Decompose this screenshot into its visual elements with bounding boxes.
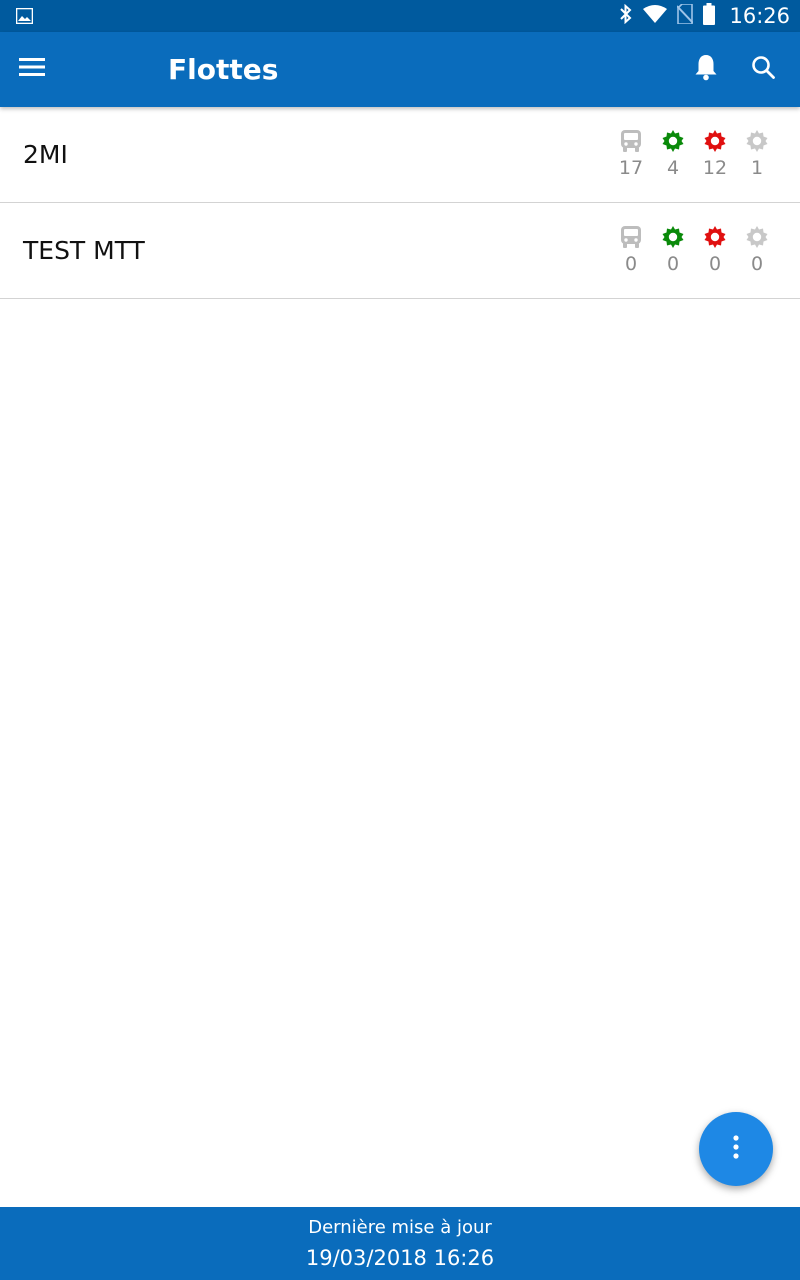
stat-alert: 0 (694, 223, 736, 275)
image-icon (15, 7, 34, 29)
fleet-name: 2MI (23, 140, 68, 169)
fleet-stats: 17 4 12 1 (610, 127, 778, 179)
fleet-row[interactable]: 2MI 17 4 12 1 (0, 107, 800, 203)
app-bar: Flottes (0, 32, 800, 107)
page-title: Flottes (168, 53, 279, 86)
stat-count: 0 (624, 253, 638, 275)
stat-inactive: 0 (736, 223, 778, 275)
more-vertical-icon (732, 1134, 740, 1164)
last-update-label: Dernière mise à jour (308, 1217, 492, 1238)
gear-icon (745, 223, 769, 251)
status-time: 16:26 (729, 4, 790, 28)
stat-count: 0 (750, 253, 764, 275)
gear-icon (703, 223, 727, 251)
stat-count: 1 (750, 157, 764, 179)
search-button[interactable] (745, 51, 781, 87)
status-bar: 16:26 (0, 0, 800, 32)
stat-count: 4 (666, 157, 680, 179)
last-update-value: 19/03/2018 16:26 (305, 1246, 495, 1270)
stat-ok: 4 (652, 127, 694, 179)
fleet-stats: 0 0 0 0 (610, 223, 778, 275)
bell-icon (694, 53, 718, 86)
stat-vehicles: 17 (610, 127, 652, 179)
stat-count: 17 (618, 157, 644, 179)
bus-icon (620, 127, 642, 155)
fleet-list: 2MI 17 4 12 1 TEST MTT 0 0 0 0 (0, 107, 800, 299)
gear-icon (745, 127, 769, 155)
stat-inactive: 1 (736, 127, 778, 179)
stat-vehicles: 0 (610, 223, 652, 275)
gear-icon (661, 223, 685, 251)
wifi-icon (643, 4, 668, 28)
menu-icon (19, 57, 45, 82)
gear-icon (703, 127, 727, 155)
bus-icon (620, 223, 642, 251)
gear-icon (661, 127, 685, 155)
menu-button[interactable] (14, 51, 50, 87)
stat-ok: 0 (652, 223, 694, 275)
fleet-row[interactable]: TEST MTT 0 0 0 0 (0, 203, 800, 299)
last-update-footer: Dernière mise à jour 19/03/2018 16:26 (0, 1207, 800, 1280)
stat-count: 0 (708, 253, 722, 275)
bluetooth-icon (619, 3, 633, 29)
notifications-button[interactable] (688, 51, 724, 87)
search-icon (751, 55, 775, 84)
stat-alert: 12 (694, 127, 736, 179)
fleet-name: TEST MTT (23, 236, 145, 265)
battery-icon (703, 2, 716, 30)
no-sim-icon (676, 2, 695, 29)
stat-count: 0 (666, 253, 680, 275)
more-options-fab[interactable] (699, 1112, 773, 1186)
stat-count: 12 (702, 157, 728, 179)
